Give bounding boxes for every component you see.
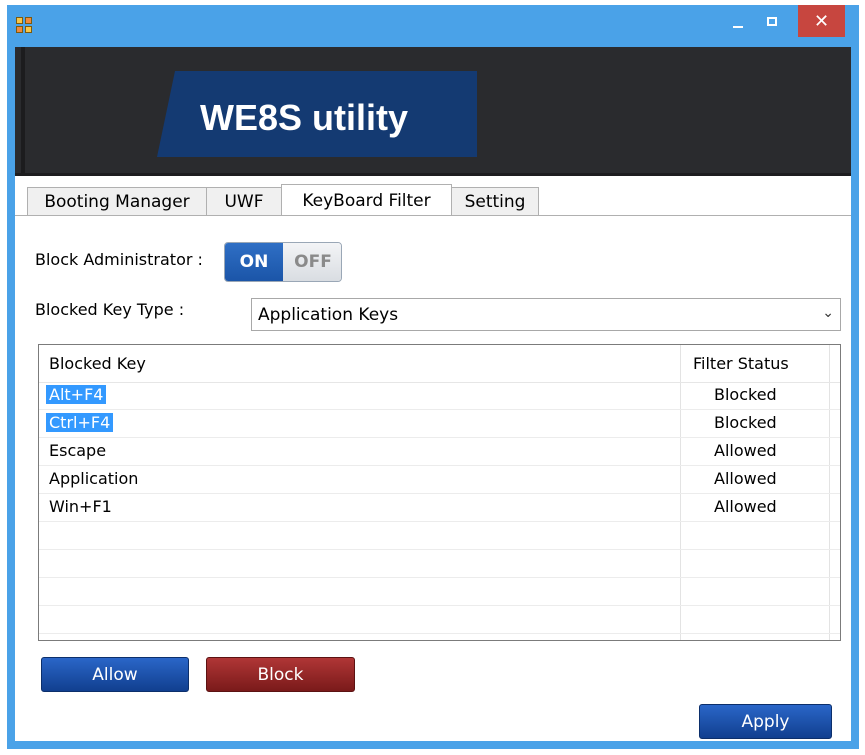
- blocked-key-cell: Ctrl+F4: [46, 413, 114, 432]
- filter-status-cell: Allowed: [714, 441, 777, 460]
- minimize-icon: [733, 26, 743, 28]
- header-banner: WE8S utility: [15, 47, 851, 176]
- toggle-on[interactable]: ON: [225, 243, 283, 281]
- apply-button[interactable]: Apply: [699, 704, 832, 739]
- table-header: Blocked Key Filter Status: [39, 345, 840, 383]
- app-icon: [16, 17, 34, 35]
- blocked-key-cell: Escape: [49, 441, 107, 460]
- allow-button[interactable]: Allow: [41, 657, 189, 692]
- blocked-key-type-select[interactable]: Application Keys ⌄: [251, 298, 841, 331]
- table-row[interactable]: Alt+F4 Blocked: [39, 382, 840, 410]
- blocked-key-cell: Application: [49, 469, 139, 488]
- close-button[interactable]: ✕: [798, 5, 845, 37]
- table-row[interactable]: Application Allowed: [39, 466, 840, 494]
- tab-setting[interactable]: Setting: [451, 187, 539, 215]
- table-row[interactable]: Ctrl+F4 Blocked: [39, 410, 840, 438]
- maximize-icon: [767, 16, 777, 26]
- table-row[interactable]: Win+F1 Allowed: [39, 494, 840, 522]
- column-header-filter-status[interactable]: Filter Status: [693, 354, 789, 373]
- block-button[interactable]: Block: [206, 657, 355, 692]
- title-bar[interactable]: ✕: [7, 5, 859, 47]
- block-administrator-label: Block Administrator :: [35, 250, 203, 269]
- blocked-keys-table[interactable]: Blocked Key Filter Status Alt+F4 Blocked…: [38, 344, 841, 641]
- close-icon: ✕: [813, 10, 830, 32]
- tab-uwf[interactable]: UWF: [206, 187, 282, 215]
- app-window: ✕ WE8S utility Booting Manager UWF KeyBo…: [7, 5, 859, 749]
- empty-row: [39, 550, 840, 578]
- blocked-key-type-label: Blocked Key Type :: [35, 300, 185, 319]
- filter-status-cell: Blocked: [714, 413, 777, 432]
- app-logo-title: WE8S utility: [200, 97, 409, 138]
- tab-strip: Booting Manager UWF KeyBoard Filter Sett…: [15, 184, 851, 216]
- minimize-button[interactable]: [723, 5, 753, 37]
- empty-row: [39, 522, 840, 550]
- client-area: WE8S utility Booting Manager UWF KeyBoar…: [15, 47, 851, 741]
- filter-status-cell: Allowed: [714, 497, 777, 516]
- empty-row: [39, 606, 840, 634]
- maximize-button[interactable]: [757, 5, 787, 37]
- tab-booting-manager[interactable]: Booting Manager: [27, 187, 207, 215]
- filter-status-cell: Blocked: [714, 385, 777, 404]
- toggle-off[interactable]: OFF: [283, 243, 341, 281]
- blocked-key-cell: Alt+F4: [46, 385, 107, 404]
- table-row[interactable]: Escape Allowed: [39, 438, 840, 466]
- keyboard-filter-panel: Block Administrator : ON OFF Blocked Key…: [15, 215, 851, 741]
- filter-status-cell: Allowed: [714, 469, 777, 488]
- empty-row: [39, 578, 840, 606]
- column-header-blocked-key[interactable]: Blocked Key: [49, 354, 146, 373]
- blocked-key-type-value: Application Keys: [258, 305, 399, 325]
- tab-keyboard-filter[interactable]: KeyBoard Filter: [281, 184, 452, 216]
- block-administrator-toggle[interactable]: ON OFF: [224, 242, 342, 282]
- chevron-down-icon[interactable]: ⌄: [822, 305, 834, 321]
- blocked-key-cell: Win+F1: [49, 497, 112, 516]
